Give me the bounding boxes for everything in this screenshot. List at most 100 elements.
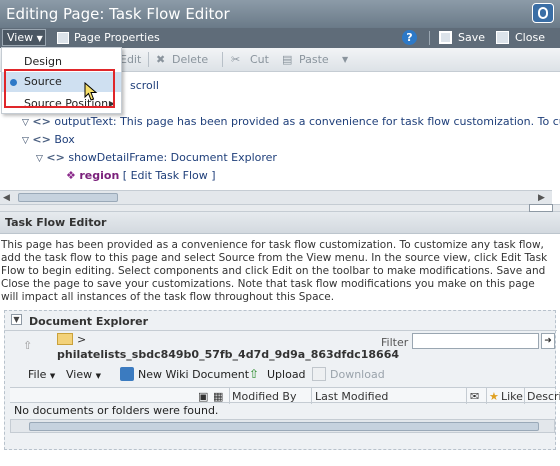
- current-folder-path: philatelists_sbdc849b0_57fb_4d7d_9d9a_86…: [57, 348, 399, 361]
- instructions-text: This page has been provided as a conveni…: [1, 239, 548, 303]
- column-divider: [486, 388, 487, 404]
- tree-node-label: scroll: [130, 79, 159, 92]
- chevron-down-icon: ▼: [36, 34, 43, 43]
- download-icon: [312, 367, 326, 381]
- folder-icon: [57, 333, 73, 345]
- save-button[interactable]: Save: [458, 31, 485, 44]
- task-flow-editor-header: Task Flow Editor: [0, 212, 560, 234]
- breadcrumb-separator: >: [77, 333, 87, 346]
- component-tag-icon: <>: [32, 115, 51, 128]
- scrollbar-thumb[interactable]: [18, 193, 118, 202]
- delete-button[interactable]: Delete: [172, 53, 208, 66]
- edit-task-flow-link[interactable]: Edit Task Flow: [131, 169, 208, 182]
- page-title-name: Task Flow Editor: [109, 5, 230, 23]
- toolbar-divider: [148, 52, 149, 67]
- cut-button[interactable]: Cut: [250, 53, 269, 66]
- file-menu-label: File: [28, 368, 47, 381]
- bracket-open: [: [122, 169, 128, 182]
- tree-row-box[interactable]: ▽ <> Box: [22, 133, 75, 146]
- upload-button[interactable]: Upload: [267, 368, 306, 381]
- tree-node-label: showDetailFrame: Document Explorer: [68, 151, 277, 164]
- view-menu-button[interactable]: View ▼: [66, 368, 101, 381]
- filter-label: Filter: [381, 336, 409, 349]
- menu-item-label: Design: [24, 55, 62, 68]
- new-wiki-document-button[interactable]: New Wiki Document: [138, 368, 249, 381]
- column-last-modified[interactable]: Last Modified: [315, 390, 388, 403]
- like-icon: ★: [489, 390, 499, 403]
- expand-arrow-icon[interactable]: ▽: [36, 154, 43, 164]
- expand-arrow-icon[interactable]: ▽: [22, 136, 29, 146]
- column-divider: [466, 388, 467, 404]
- view-menu-label: View: [66, 368, 93, 381]
- main-toolbar: View ▼ Page Properties ? Save Close: [0, 28, 560, 48]
- tree-node-label: region: [79, 169, 120, 182]
- toolbar-divider: [429, 31, 430, 45]
- type-icon: ▦: [213, 390, 224, 403]
- file-menu-button[interactable]: File ▼: [28, 368, 55, 381]
- upload-icon: ⇧: [249, 367, 260, 381]
- tree-row-showdetailframe[interactable]: ▽ <> showDetailFrame: Document Explorer: [36, 151, 277, 164]
- table-column-headers: ▣ ▦ Modified By Last Modified ✉ ★ Like D…: [10, 387, 560, 404]
- column-divider: [524, 388, 525, 404]
- tree-row-scroll[interactable]: scroll: [130, 79, 159, 92]
- tree-row-outputtext[interactable]: ▽ <> outputText: This page has been prov…: [22, 115, 560, 128]
- page-title-prefix: Editing Page:: [6, 5, 105, 23]
- collapse-handle-icon[interactable]: [529, 204, 553, 212]
- filter-input[interactable]: [412, 333, 539, 349]
- document-explorer-toolbar: File ▼ View ▼ New Wiki Document ⇧ Upload…: [10, 364, 555, 386]
- tree-node-label: Box: [54, 133, 75, 146]
- column-divider: [311, 388, 312, 404]
- tree-node-label: outputText: This page has been provided …: [54, 115, 560, 128]
- save-icon: [439, 31, 452, 44]
- view-menu-button[interactable]: View ▼: [2, 29, 46, 46]
- page-properties-button[interactable]: Page Properties: [74, 31, 160, 44]
- new-wiki-icon: [120, 367, 134, 381]
- edit-button[interactable]: Edit: [120, 53, 141, 66]
- oracle-logo-icon: [532, 3, 554, 23]
- column-like[interactable]: Like: [501, 390, 523, 403]
- cut-icon: ✂: [231, 53, 241, 66]
- chevron-down-icon: ▼: [49, 372, 56, 380]
- column-modified-by[interactable]: Modified By: [232, 390, 297, 403]
- component-tag-icon: <>: [46, 151, 65, 164]
- document-explorer-title: Document Explorer: [29, 315, 149, 328]
- comment-icon: ✉: [470, 390, 480, 403]
- select-all-icon[interactable]: ▣: [198, 390, 208, 403]
- paste-icon: ▤: [282, 53, 293, 66]
- view-menu-label: View: [7, 31, 34, 44]
- filter-go-icon[interactable]: ➜: [541, 333, 555, 349]
- annotation-highlight-box: [4, 69, 115, 108]
- help-icon[interactable]: ?: [402, 30, 417, 45]
- download-button[interactable]: Download: [330, 368, 385, 381]
- page-properties-icon: [57, 32, 69, 44]
- region-icon: ❖: [66, 169, 76, 182]
- expand-arrow-icon[interactable]: ▽: [22, 118, 29, 128]
- horizontal-scrollbar[interactable]: ◀ ▶: [0, 190, 552, 204]
- navigate-up-icon[interactable]: ⇧: [23, 339, 39, 353]
- horizontal-scrollbar[interactable]: [10, 419, 555, 433]
- document-explorer-header: ▼ Document Explorer: [5, 311, 557, 331]
- close-icon: [496, 31, 509, 44]
- column-divider: [229, 388, 230, 404]
- chevron-down-icon[interactable]: ▼: [342, 55, 348, 64]
- toolbar-divider: [222, 52, 223, 67]
- collapse-toggle-icon[interactable]: ▼: [11, 314, 22, 325]
- bracket-close: ]: [211, 169, 216, 182]
- component-tag-icon: <>: [32, 133, 51, 146]
- title-bar: Editing Page: Task Flow Editor: [0, 0, 560, 28]
- mouse-pointer-icon: [84, 82, 98, 101]
- paste-button[interactable]: Paste: [299, 53, 329, 66]
- close-button[interactable]: Close: [515, 31, 545, 44]
- scroll-right-icon[interactable]: ▶: [538, 193, 545, 203]
- scroll-left-icon[interactable]: ◀: [3, 193, 10, 203]
- section-title: Task Flow Editor: [5, 216, 107, 229]
- page-title: Editing Page: Task Flow Editor: [6, 5, 230, 23]
- panel-splitter[interactable]: [0, 204, 560, 212]
- tree-row-region[interactable]: ❖ region [ Edit Task Flow ]: [66, 169, 216, 182]
- document-explorer-panel: ▼ Document Explorer ⇧ > philatelists_sbd…: [4, 310, 560, 450]
- empty-list-message: No documents or folders were found.: [14, 404, 219, 417]
- column-description[interactable]: Descri: [527, 390, 560, 403]
- scrollbar-thumb[interactable]: [29, 422, 539, 431]
- chevron-down-icon: ▼: [95, 372, 101, 380]
- delete-icon: ✖: [156, 53, 166, 66]
